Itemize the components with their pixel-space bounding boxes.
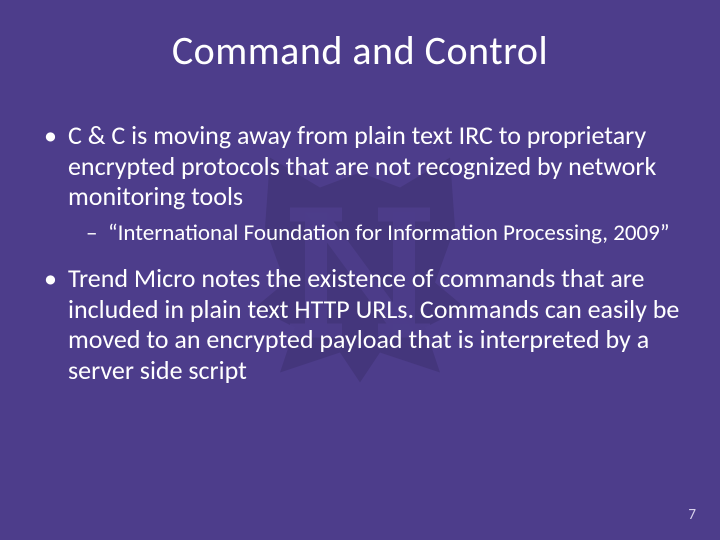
- bullet-text: C & C is moving away from plain text IRC…: [68, 119, 656, 212]
- page-number: 7: [688, 506, 696, 524]
- bullet-item: Trend Micro notes the existence of comma…: [40, 263, 680, 386]
- sub-bullet-text: “International Foundation for Informatio…: [108, 219, 669, 247]
- bullet-item: C & C is moving away from plain text IRC…: [40, 120, 680, 247]
- slide-body: C & C is moving away from plain text IRC…: [40, 120, 680, 402]
- slide: Command and Control C & C is moving away…: [0, 0, 720, 540]
- bullet-text: Trend Micro notes the existence of comma…: [68, 262, 679, 386]
- sub-bullet-item: “International Foundation for Informatio…: [86, 220, 680, 247]
- bullet-list: C & C is moving away from plain text IRC…: [40, 120, 680, 386]
- slide-title: Command and Control: [0, 26, 720, 75]
- sub-bullet-list: “International Foundation for Informatio…: [68, 220, 680, 247]
